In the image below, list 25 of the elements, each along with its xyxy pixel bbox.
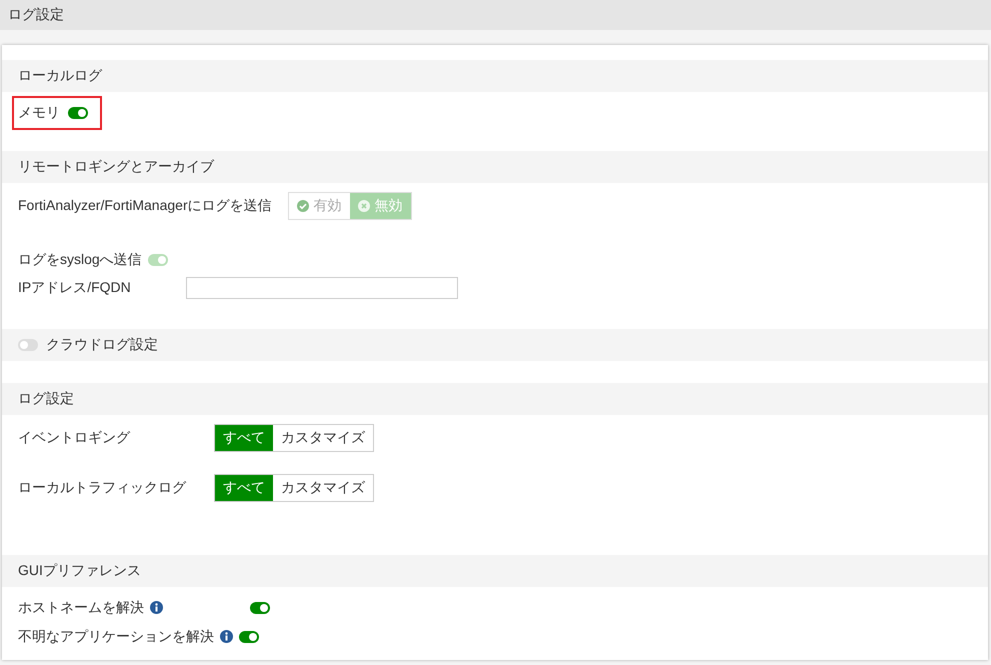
setting-label: ログをsyslogへ送信 <box>18 251 142 269</box>
toggle-switch[interactable] <box>68 107 88 119</box>
setting-label: IPアドレス/FQDN <box>18 279 131 297</box>
ip-address-field[interactable] <box>186 277 458 299</box>
section-title: リモートロギングとアーカイブ <box>18 158 214 176</box>
section-title: ログ設定 <box>18 390 74 408</box>
setting-label: ホストネームを解決 <box>18 598 144 616</box>
section-title: ローカルログ <box>18 67 102 85</box>
setting-label: FortiAnalyzer/FortiManagerにログを送信 <box>18 197 272 215</box>
info-icon <box>150 601 163 614</box>
toggle-switch[interactable] <box>239 630 259 642</box>
toggle-switch[interactable] <box>250 602 270 614</box>
info-icon <box>220 630 233 643</box>
setting-label: メモリ <box>18 104 60 122</box>
setting-label: イベントロギング <box>18 429 132 447</box>
option-button[interactable]: すべて <box>215 425 273 451</box>
section-title: クラウドログ設定 <box>46 336 158 354</box>
toggle-switch[interactable] <box>18 339 38 351</box>
page-title: ログ設定 <box>8 6 64 24</box>
x-circle-icon <box>358 200 370 212</box>
option-button[interactable]: すべて <box>215 475 273 501</box>
section-title: GUIプリファレンス <box>18 562 141 580</box>
check-circle-icon <box>296 200 309 212</box>
setting-label: ローカルトラフィックログ <box>18 479 188 497</box>
setting-label: 不明なアプリケーションを解決 <box>18 628 214 646</box>
